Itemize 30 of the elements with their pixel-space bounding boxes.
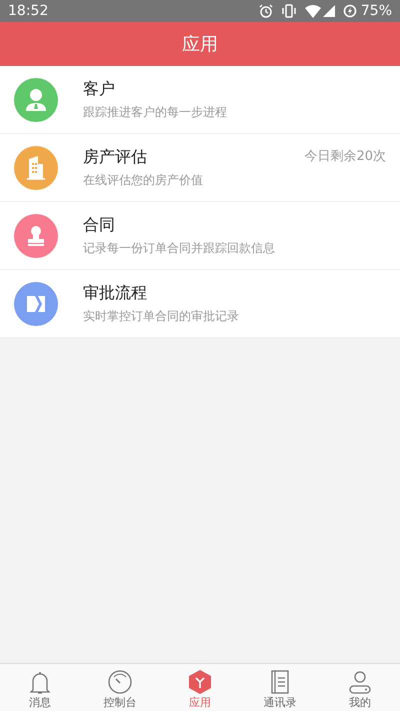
nav-tab[interactable]: 应用 (160, 664, 240, 711)
item-subtitle: 记录每一份订单合同并跟踪回款信息 (83, 240, 276, 256)
item-title: 客户 (83, 78, 115, 100)
nav-tab[interactable]: 通讯录 (240, 664, 320, 711)
item-subtitle: 实时掌控订单合同的审批记录 (83, 308, 240, 324)
app-list-item[interactable]: 审批流程 实时掌控订单合同的审批记录 (0, 270, 400, 338)
item-subtitle: 跟踪推进客户的每一步进程 (83, 104, 228, 120)
item-title: 房产评估 (83, 146, 147, 168)
item-subtitle: 在线评估您的房产价值 (83, 172, 204, 188)
signal-icon (322, 5, 335, 17)
app-list-item[interactable]: 房产评估 今日剩余20次 在线评估您的房产价值 (0, 134, 400, 202)
vibrate-icon (280, 4, 297, 18)
status-time: 18:52 (8, 2, 48, 20)
cube-icon (187, 669, 213, 695)
bell-icon (27, 669, 53, 695)
app-list-item[interactable]: 客户 跟踪推进客户的每一步进程 (0, 66, 400, 134)
item-title: 审批流程 (83, 282, 147, 304)
item-title: 合同 (83, 214, 115, 236)
battery-saver-icon (342, 4, 357, 18)
gauge-icon (107, 669, 133, 695)
remaining-count: 今日剩余20次 (304, 148, 386, 166)
nav-tab[interactable]: 我的 (320, 664, 400, 711)
app-list-item[interactable]: 合同 记录每一份订单合同并跟踪回款信息 (0, 202, 400, 270)
wifi-icon (304, 4, 321, 18)
alarm-icon (258, 4, 273, 18)
battery-percent: 75% (360, 2, 392, 20)
nav-tab[interactable]: 消息 (0, 664, 80, 711)
page-title: 应用 (182, 32, 218, 56)
nav-tab[interactable]: 控制台 (80, 664, 160, 711)
user-icon (347, 669, 373, 695)
